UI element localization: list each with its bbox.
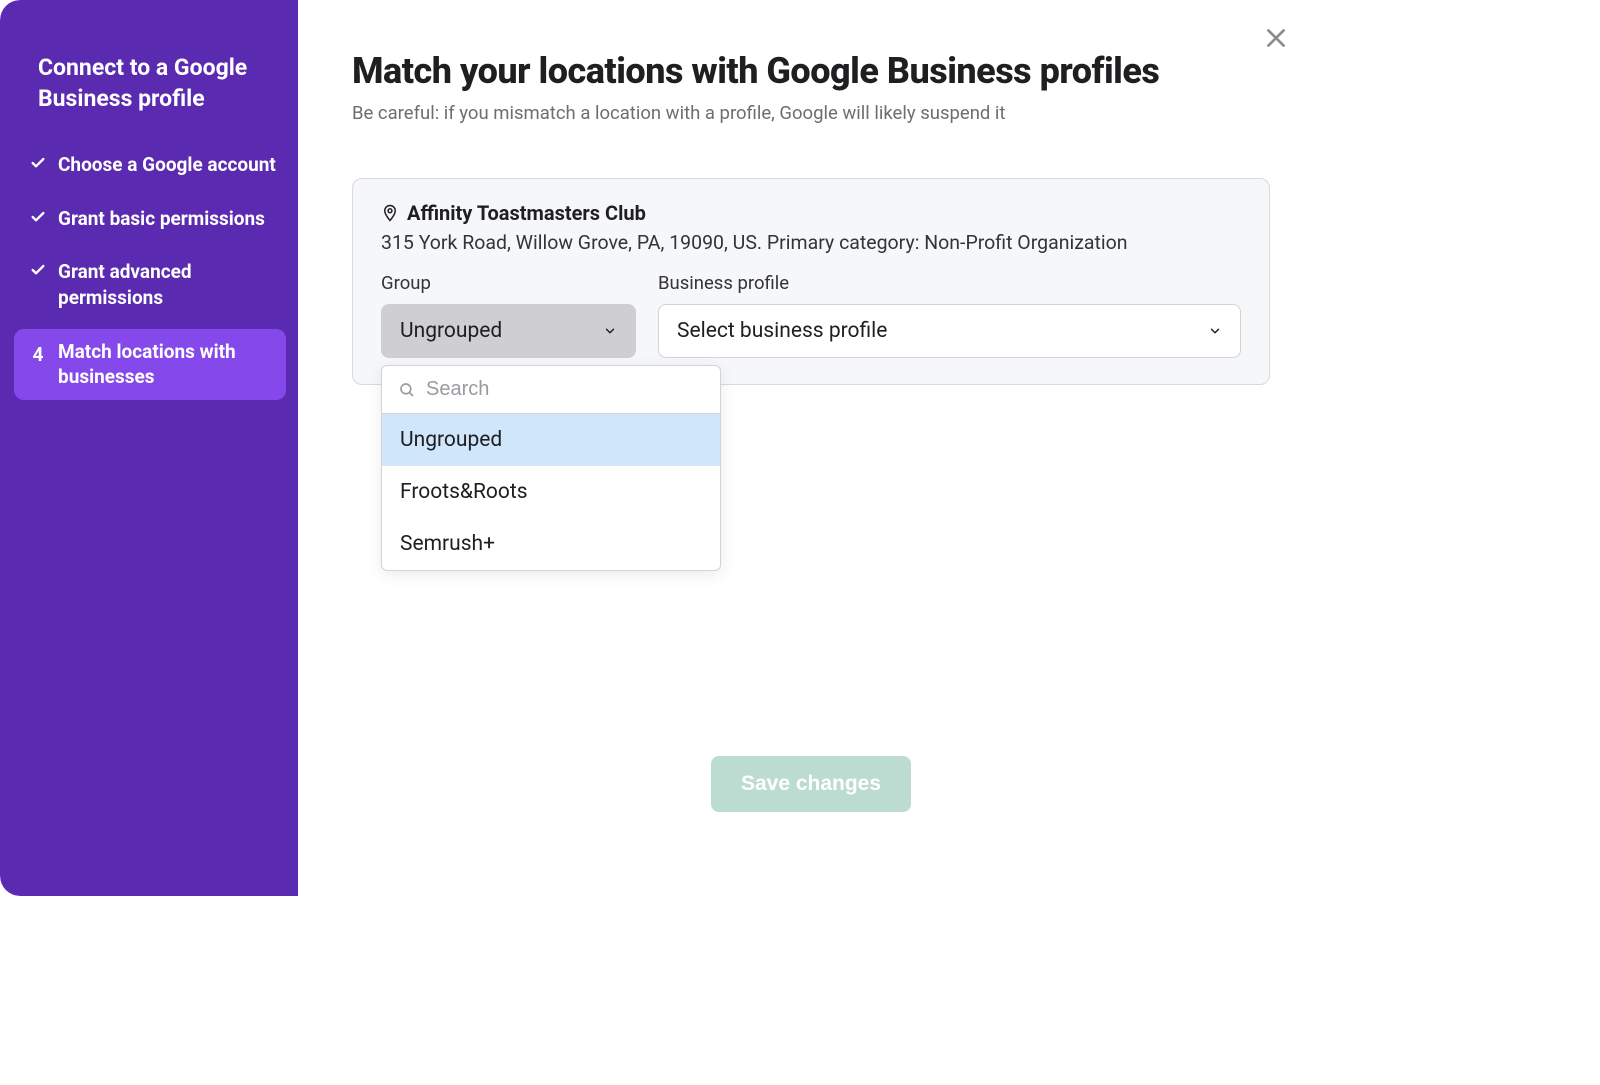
profile-select[interactable]: Select business profile [658, 304, 1241, 358]
sidebar-step-basic-permissions[interactable]: Grant basic permissions [14, 196, 286, 242]
group-select-value: Ungrouped [400, 319, 502, 343]
profile-select-value: Select business profile [677, 319, 887, 343]
sidebar-step-label: Grant advanced permissions [58, 259, 276, 310]
location-name-row: Affinity Toastmasters Club [381, 201, 1241, 225]
chevron-down-icon [603, 324, 617, 338]
check-icon [28, 155, 48, 171]
page-title: Match your locations with Google Busines… [352, 50, 1270, 92]
dropdown-item-ungrouped[interactable]: Ungrouped [382, 414, 720, 466]
wizard-sidebar: Connect to a Google Business profile Cho… [0, 0, 298, 896]
location-address: 315 York Road, Willow Grove, PA, 19090, … [381, 231, 1241, 254]
profile-label: Business profile [658, 272, 1241, 294]
map-pin-icon [381, 202, 399, 224]
dropdown-item-semrush-plus[interactable]: Semrush+ [382, 518, 720, 570]
check-icon [28, 209, 48, 225]
page-subtitle: Be careful: if you mismatch a location w… [352, 102, 1270, 124]
sidebar-title: Connect to a Google Business profile [14, 52, 286, 142]
sidebar-step-advanced-permissions[interactable]: Grant advanced permissions [14, 249, 286, 320]
dropdown-item-froots-roots[interactable]: Froots&Roots [382, 466, 720, 518]
location-name: Affinity Toastmasters Club [407, 201, 646, 225]
modal-frame: Connect to a Google Business profile Cho… [0, 0, 1320, 896]
location-card: Affinity Toastmasters Club 315 York Road… [352, 178, 1270, 385]
sidebar-step-label: Match locations with businesses [58, 339, 276, 390]
sidebar-step-label: Grant basic permissions [58, 206, 276, 232]
sidebar-steps: Choose a Google account Grant basic perm… [14, 142, 286, 400]
close-icon [1263, 25, 1289, 51]
dropdown-search-row [382, 366, 720, 414]
group-dropdown: Ungrouped Froots&Roots Semrush+ [381, 365, 721, 571]
sidebar-step-label: Choose a Google account [58, 152, 276, 178]
sidebar-step-match-locations[interactable]: 4 Match locations with businesses [14, 329, 286, 400]
group-column: Group Ungrouped [381, 272, 636, 358]
dropdown-search-input[interactable] [426, 378, 704, 401]
chevron-down-icon [1208, 324, 1222, 338]
main-panel: Match your locations with Google Busines… [298, 0, 1320, 896]
sidebar-step-choose-account[interactable]: Choose a Google account [14, 142, 286, 188]
save-changes-button[interactable]: Save changes [711, 756, 911, 812]
footer: Save changes [352, 756, 1270, 856]
profile-column: Business profile Select business profile [658, 272, 1241, 358]
group-label: Group [381, 272, 636, 294]
step-number: 4 [28, 342, 48, 368]
search-icon [398, 381, 416, 399]
check-icon [28, 262, 48, 278]
selector-row: Group Ungrouped Business profile Select … [381, 272, 1241, 358]
group-select[interactable]: Ungrouped [381, 304, 636, 358]
close-button[interactable] [1260, 22, 1292, 54]
